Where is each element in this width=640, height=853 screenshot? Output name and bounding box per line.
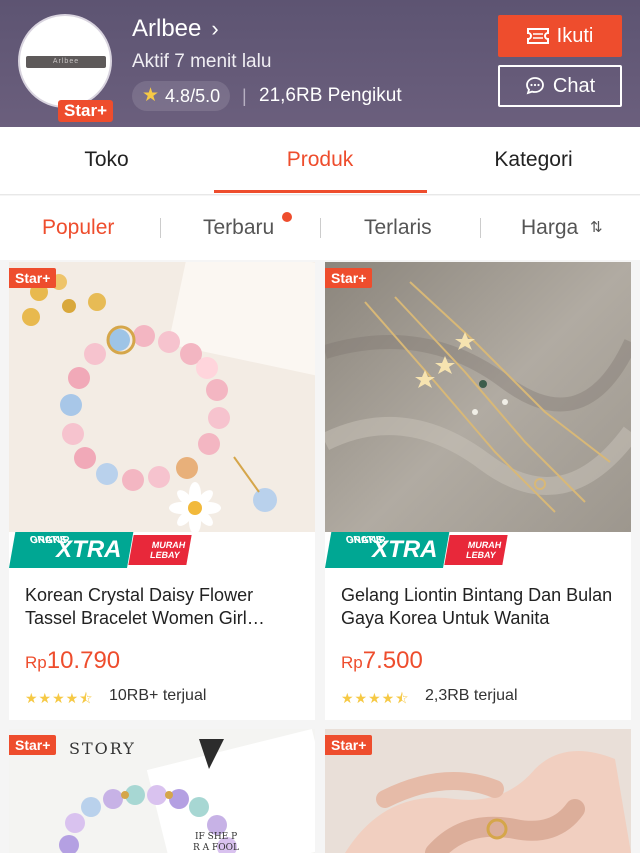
product-image: IF SHE P R A FOOL STORY Star+ [9,729,315,853]
star-plus-badge: Star+ [325,268,373,288]
product-price: Rp7.500 [341,647,423,675]
star-icon: ★ [142,85,160,106]
sort-populer[interactable]: Populer [42,196,114,260]
sort-toggle-icon: ⇅ [590,219,603,236]
gratis-ongkir-xtra-badge: GRATIS ONGKIR XTRA [325,532,450,568]
promo-lebay: LEBAY [465,550,497,560]
shop-followers: 21,6RB Pengikut [259,85,402,106]
shop-tabs: Toko Produk Kategori [0,127,640,195]
svg-text:IF SHE P: IF SHE P [195,832,237,842]
image-caption: STORY [69,739,136,758]
star-plus-badge: Star+ [58,100,113,122]
divider [480,218,481,238]
gratis-ongkir-xtra-badge: GRATIS ONGKIR XTRA [9,532,134,568]
sort-terlaris[interactable]: Terlaris [364,196,432,260]
chevron-right-icon: › [211,16,219,41]
divider [320,218,321,238]
tab-toko[interactable]: Toko [0,127,213,195]
sold-count: 2,3RB terjual [425,687,518,704]
new-indicator-dot [282,212,292,222]
star-plus-badge: Star+ [9,735,57,755]
product-image: Star+ GRATIS ONGKIR XTRA MURAH LEBAY [9,262,315,568]
rating-stars-icon: ★★★★⯪ [341,690,410,706]
shop-rating[interactable]: ★ 4.8/5.0 [132,81,231,111]
product-card[interactable]: Star+ [325,729,631,853]
sold-count: 10RB+ terjual [109,687,207,704]
active-tab-indicator [214,190,427,193]
product-price: Rp10.790 [25,647,120,675]
follow-label: Ikuti [556,24,594,47]
chat-bubble-icon [525,77,544,95]
product-title: Gelang Liontin Bintang Dan Bulan Gaya Ko… [341,585,613,628]
star-plus-badge: Star+ [9,268,57,288]
product-image: Star+ GRATIS ONGKIR XTRA MURAH LEBAY [325,262,631,568]
shop-name-link[interactable]: Arlbee › [132,15,219,43]
shop-name: Arlbee [132,15,202,42]
sort-bar: Populer Terbaru Terlaris Harga ⇅ [0,196,640,260]
rating-stars-icon: ★★★★⯪ [25,690,94,706]
shop-logo[interactable]: Arlbee Star+ [18,14,113,122]
price-currency: Rp [25,653,47,672]
sort-harga-label: Harga [521,216,579,239]
svg-text:R A FOOL: R A FOOL [193,843,239,853]
price-value: 10.790 [46,647,121,674]
chat-label: Chat [552,74,596,97]
tab-kategori[interactable]: Kategori [427,127,640,195]
bracelet-daisy-image [9,262,315,568]
logo-text: Arlbee [26,56,106,68]
promo-lebay: LEBAY [149,550,181,560]
product-card[interactable]: IF SHE P R A FOOL STORY Star+ [9,729,315,853]
product-image: Star+ [325,729,631,853]
murah-lebay-badge: MURAH LEBAY [444,535,508,565]
promo-murah: MURAH [151,540,187,550]
product-card[interactable]: Star+ GRATIS ONGKIR XTRA MURAH LEBAY Gelan… [325,262,631,720]
sort-terbaru[interactable]: Terbaru [203,196,274,260]
promo-xtra: XTRA [372,536,438,563]
promo-banner: GRATIS ONGKIR XTRA MURAH LEBAY [325,532,631,568]
price-value: 7.500 [362,647,423,674]
shop-header: Arlbee Star+ Arlbee › Aktif 7 menit lalu … [0,0,640,127]
chat-button[interactable]: Chat [498,65,622,107]
sort-harga[interactable]: Harga ⇅ [521,196,603,260]
price-currency: Rp [341,653,363,672]
promo-xtra: XTRA [56,536,122,563]
bracelet-star-moon-image [325,262,631,568]
divider [160,218,161,238]
murah-lebay-badge: MURAH LEBAY [128,535,192,565]
tab-produk[interactable]: Produk [213,127,427,195]
product-card[interactable]: Star+ GRATIS ONGKIR XTRA MURAH LEBAY Korea… [9,262,315,720]
promo-murah: MURAH [467,540,503,550]
shop-active-status: Aktif 7 menit lalu [132,51,272,72]
star-plus-badge: Star+ [325,735,373,755]
product-title: Korean Crystal Daisy Flower Tassel Brace… [25,585,254,628]
follow-button[interactable]: Ikuti [498,15,622,57]
ticket-icon [526,28,549,44]
divider: | [242,86,247,106]
promo-banner: GRATIS ONGKIR XTRA MURAH LEBAY [9,532,315,568]
shop-rating-value: 4.8/5.0 [165,86,221,106]
